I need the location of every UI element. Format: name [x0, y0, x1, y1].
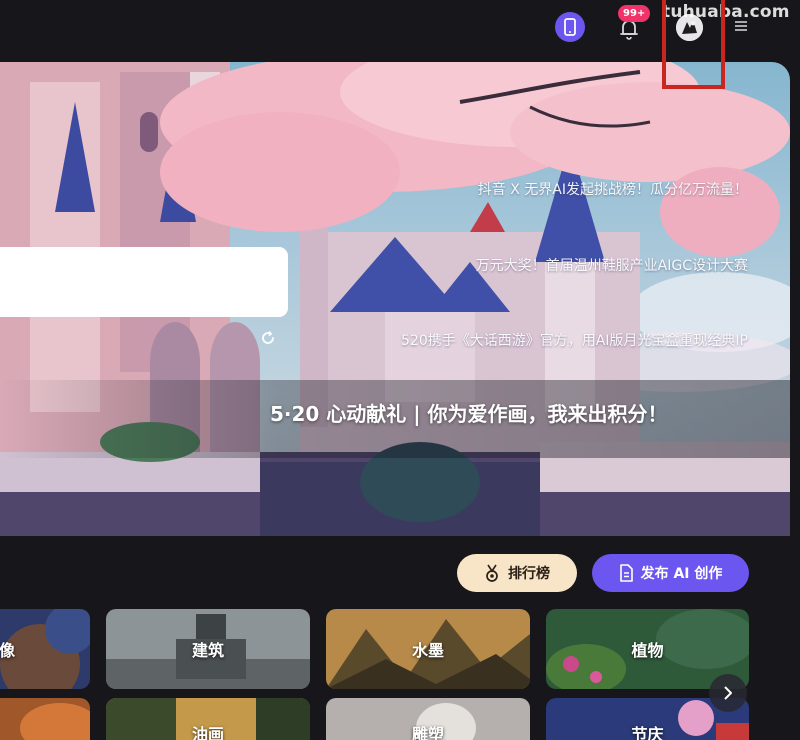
category-card-oil-painting[interactable]: 油画 — [106, 698, 310, 740]
news-ticker-item-3[interactable]: 520携手《大话西游》官方，用AI版月光宝盒重现经典IP — [401, 330, 748, 350]
hero-banner[interactable]: 抖音 X 无界AI发起挑战榜！瓜分亿万流量！ 万元大奖！首届温州鞋服产业AIGC… — [0, 62, 790, 536]
chevron-right-icon — [724, 686, 732, 700]
category-card-sculpture[interactable]: 雕塑 — [326, 698, 530, 740]
ranking-button-label: 排行榜 — [508, 566, 550, 582]
category-label: 水墨 — [411, 641, 444, 660]
category-card-row2-1[interactable] — [0, 698, 90, 740]
row2-thumbnail-1 — [0, 698, 90, 740]
news-ticker-item-2[interactable]: 万元大奖！首届温州鞋服产业AIGC设计大赛 — [476, 255, 748, 275]
banner-headline[interactable]: 5·20 心动献礼 | 你为爱作画，我来出积分！ — [270, 398, 668, 427]
category-card-portrait[interactable]: 像 — [0, 609, 90, 689]
category-label: 油画 — [191, 725, 224, 740]
ranking-button[interactable]: 排行榜 — [457, 554, 577, 592]
category-label: 节庆 — [631, 725, 664, 740]
refresh-button[interactable] — [258, 328, 278, 348]
category-label: 建筑 — [191, 641, 224, 660]
publish-button-label: 发布 AI 创作 — [640, 566, 723, 582]
prompt-input-box[interactable] — [0, 247, 288, 317]
category-card-ink-wash[interactable]: 水墨 — [326, 609, 530, 689]
publish-ai-creation-button[interactable]: 发布 AI 创作 — [592, 554, 749, 592]
notification-badge: 99+ — [618, 5, 651, 22]
document-icon — [619, 564, 633, 582]
category-label: 像 — [0, 641, 15, 660]
category-card-architecture[interactable]: 建筑 — [106, 609, 310, 689]
news-ticker-item-1[interactable]: 抖音 X 无界AI发起挑战榜！瓜分亿万流量！ — [478, 179, 748, 199]
carousel-next-button[interactable] — [709, 674, 747, 712]
highlight-annotation-box — [662, 0, 725, 89]
medal-icon — [486, 564, 498, 582]
refresh-icon — [262, 330, 274, 344]
mobile-app-button[interactable] — [555, 12, 585, 42]
category-label: 雕塑 — [411, 725, 444, 740]
phone-icon — [564, 18, 576, 36]
category-label: 植物 — [631, 641, 664, 660]
